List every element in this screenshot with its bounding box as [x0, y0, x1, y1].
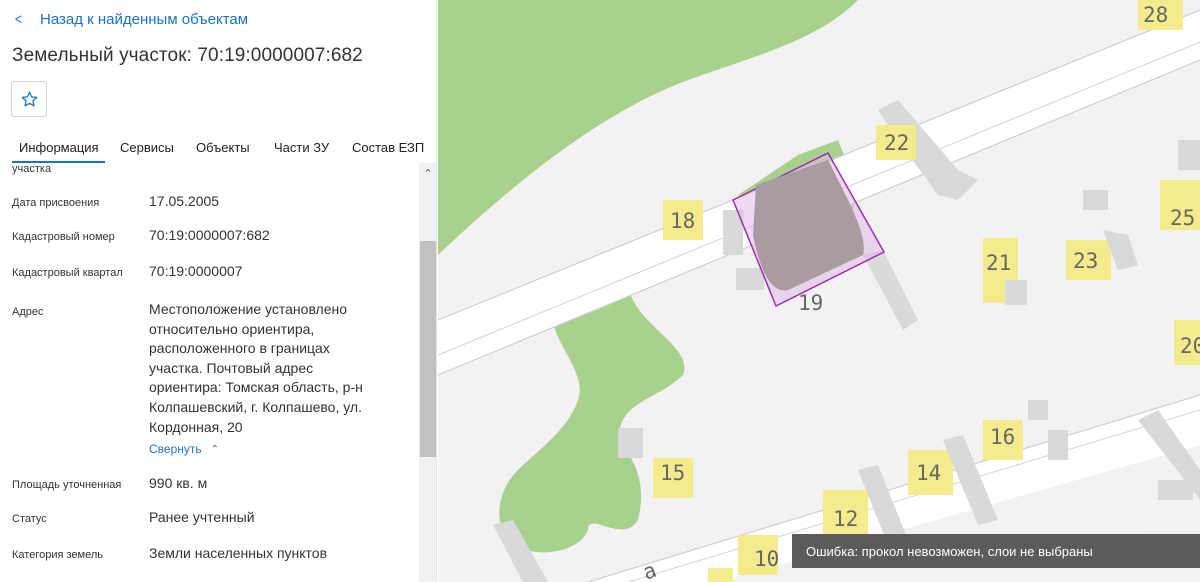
field-label: Адрес — [12, 306, 44, 318]
map-canvas[interactable]: 28 22 18 19 21 23 25 20 16 15 14 12 10 а — [438, 0, 1200, 582]
building — [1158, 480, 1193, 500]
house-number: 15 — [660, 461, 685, 485]
field-label: Дата присвоения — [12, 197, 100, 209]
building — [863, 250, 918, 330]
star-icon — [21, 91, 37, 106]
building — [1028, 400, 1048, 420]
house-number: 18 — [670, 209, 695, 233]
tab-services[interactable]: Сервисы — [120, 140, 174, 155]
house-number: 16 — [990, 425, 1015, 449]
building — [708, 568, 733, 582]
info-panel: < Назад к найденным объектам Земельный у… — [0, 0, 437, 582]
address-value: Местоположение установлено относительно … — [149, 301, 363, 435]
tab-parts[interactable]: Части ЗУ — [274, 140, 329, 155]
map-layer: 28 22 18 19 21 23 25 20 16 15 14 12 10 а — [438, 0, 1200, 582]
house-number: 10 — [754, 547, 779, 571]
field-value: 70:19:0000007 — [149, 263, 243, 279]
field-label-cut: участка — [12, 163, 52, 175]
building — [1083, 190, 1108, 210]
error-toast: Ошибка: прокол невозможен, слои не выбра… — [792, 534, 1200, 568]
house-number: 23 — [1073, 249, 1098, 273]
field-value: Земли населенных пунктов — [149, 545, 328, 561]
field-value: 17.05.2005 — [149, 193, 220, 209]
house-number: 19 — [798, 291, 823, 315]
house-number: 20 — [1180, 334, 1200, 358]
field-label: Статус — [12, 513, 47, 525]
chevron-up-icon: ⌃ — [210, 443, 220, 455]
tab-composition[interactable]: Состав ЕЗП — [352, 140, 424, 155]
building — [1005, 280, 1027, 305]
building — [1178, 140, 1200, 170]
info-scroll-area[interactable]: участка Дата присвоения 17.05.2005 Кадас… — [0, 163, 436, 582]
house-number: 12 — [833, 507, 858, 531]
field-label: Кадастровый квартал — [12, 267, 123, 279]
building — [618, 428, 643, 458]
house-number: 14 — [916, 461, 941, 485]
field-label: Площадь уточненная — [12, 479, 122, 491]
tab-objects[interactable]: Объекты — [196, 140, 250, 155]
building — [1048, 430, 1068, 460]
back-link[interactable]: < Назад к найденным объектам — [14, 9, 248, 29]
house-number: 22 — [884, 131, 909, 155]
scrollbar[interactable]: ⌃ — [419, 163, 436, 582]
chevron-up-icon[interactable]: ⌃ — [419, 163, 436, 183]
house-number: 21 — [986, 251, 1011, 275]
page-title: Земельный участок: 70:19:0000007:682 — [12, 45, 363, 66]
house-number: 25 — [1170, 206, 1195, 230]
field-label: Кадастровый номер — [12, 231, 115, 243]
tab-information[interactable]: Информация — [12, 140, 105, 163]
back-link-label: Назад к найденным объектам — [40, 10, 249, 28]
building — [736, 268, 764, 290]
collapse-link[interactable]: Свернуть ⌃ — [149, 442, 219, 456]
favorite-button[interactable] — [11, 81, 47, 117]
scrollbar-thumb[interactable] — [420, 241, 436, 457]
field-value: Ранее учтенный — [149, 509, 255, 525]
field-label: Категория земель — [12, 549, 103, 561]
field-value: 70:19:0000007:682 — [149, 227, 270, 243]
chevron-left-icon: < — [15, 10, 23, 28]
collapse-label: Свернуть — [149, 442, 202, 456]
house-number: 28 — [1143, 3, 1168, 27]
field-value: 990 кв. м — [149, 475, 208, 491]
tab-bar: Информация Сервисы Объекты Части ЗУ Сост… — [0, 131, 436, 165]
